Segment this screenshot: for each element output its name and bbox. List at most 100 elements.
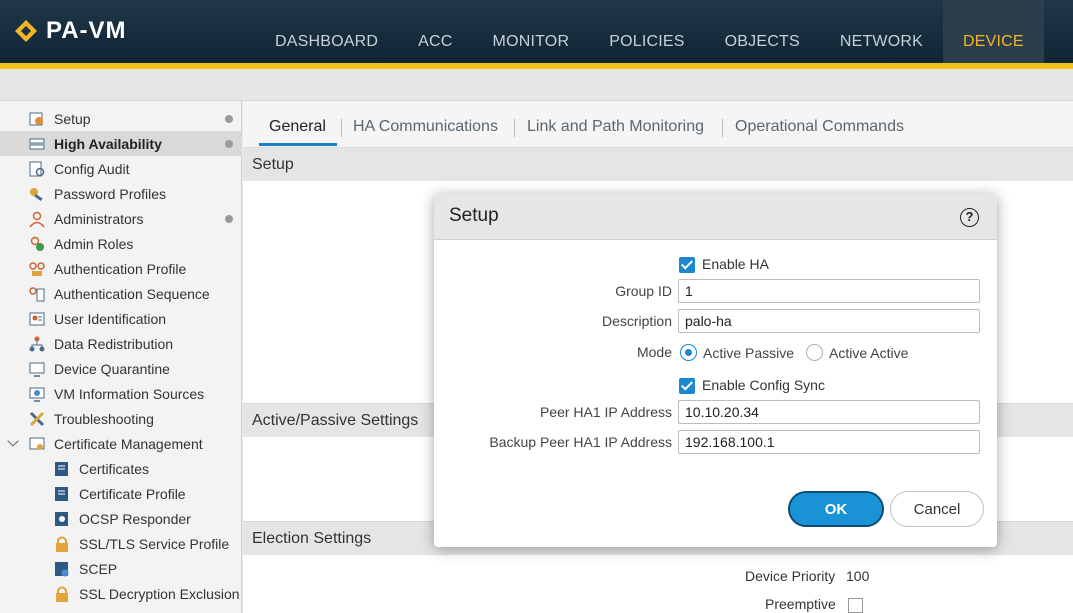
mode-active-active-label: Active Active — [829, 345, 909, 361]
status-dot — [225, 215, 233, 223]
vm-icon — [29, 387, 45, 402]
group-id-label: Group ID — [615, 283, 672, 299]
sidebar-item-authentication-sequence[interactable]: Authentication Sequence — [0, 281, 242, 306]
tab-operational-commands[interactable]: Operational Commands — [735, 118, 904, 136]
certificate-icon — [29, 437, 45, 450]
sidebar-item-label: High Availability — [54, 135, 162, 152]
config-audit-icon — [29, 161, 45, 176]
monitor-icon — [29, 362, 45, 377]
admin-role-icon — [30, 236, 44, 251]
sidebar-item-config-audit[interactable]: Config Audit — [0, 156, 242, 181]
tab-link-path-monitoring[interactable]: Link and Path Monitoring — [527, 118, 704, 136]
nav-acc[interactable]: ACC — [398, 0, 472, 63]
mode-active-active-radio[interactable] — [806, 344, 823, 361]
sidebar-item-administrators[interactable]: Administrators — [0, 206, 242, 231]
device-priority-label: Device Priority — [745, 568, 836, 584]
sidebar-item-troubleshooting[interactable]: Troubleshooting — [0, 406, 242, 431]
sidebar-item-label: SSL/TLS Service Profile — [79, 535, 230, 552]
enable-ha-checkbox[interactable] — [679, 257, 695, 273]
sidebar-item-label: Authentication Profile — [54, 260, 187, 277]
sidebar-item-setup[interactable]: Setup — [0, 106, 242, 131]
sidebar-item-ocsp-responder[interactable]: OCSP Responder — [0, 506, 242, 531]
cancel-button[interactable]: Cancel — [890, 491, 984, 527]
high-availability-icon — [29, 138, 45, 149]
sidebar-item-device-quarantine[interactable]: Device Quarantine — [0, 356, 242, 381]
user-id-icon — [29, 312, 45, 325]
sidebar-item-certificate-profile[interactable]: Certificate Profile — [0, 481, 242, 506]
peer-ha1-ip-input[interactable] — [678, 400, 980, 424]
sidebar-item-vm-information-sources[interactable]: VM Information Sources — [0, 381, 242, 406]
sidebar-item-label: Authentication Sequence — [54, 285, 210, 302]
backup-peer-ha1-ip-label: Backup Peer HA1 IP Address — [489, 434, 672, 450]
nav-monitor[interactable]: MONITOR — [473, 0, 590, 63]
sidebar-item-ssl-decryption-exclusion[interactable]: SSL Decryption Exclusion — [0, 581, 242, 606]
sidebar-item-label: OCSP Responder — [79, 510, 191, 527]
mode-active-passive-radio[interactable] — [680, 344, 697, 361]
sidebar: Setup High Availability Config Audit Pas… — [0, 101, 242, 613]
tab-separator — [341, 119, 342, 137]
user-icon — [29, 211, 45, 227]
description-label: Description — [601, 313, 672, 329]
tab-general[interactable]: General — [269, 118, 326, 136]
nav-device[interactable]: DEVICE — [943, 0, 1044, 63]
description-input[interactable] — [678, 309, 980, 333]
sidebar-item-label: Setup — [54, 110, 91, 127]
sidebar-item-label: Config Audit — [54, 160, 130, 177]
sidebar-item-label: Admin Roles — [54, 235, 134, 252]
sidebar-item-authentication-profile[interactable]: Authentication Profile — [0, 256, 242, 281]
tab-separator — [514, 119, 515, 137]
certificate-icon — [55, 511, 68, 526]
help-icon[interactable]: ? — [960, 208, 979, 227]
sidebar-item-label: Certificate Management — [54, 435, 203, 452]
sidebar-item-high-availability[interactable]: High Availability — [0, 131, 242, 156]
group-id-input[interactable] — [678, 279, 980, 303]
ok-button[interactable]: OK — [788, 491, 884, 527]
certificate-icon — [55, 461, 68, 476]
sidebar-item-ssl-tls-service-profile[interactable]: SSL/TLS Service Profile — [0, 531, 242, 556]
tab-bar: General HA Communications Link and Path … — [243, 101, 1073, 147]
nav-dashboard[interactable]: DASHBOARD — [255, 0, 398, 63]
tab-separator — [722, 119, 723, 137]
sidebar-item-user-identification[interactable]: User Identification — [0, 306, 242, 331]
dialog-header: Setup ? — [434, 194, 997, 240]
main-nav: DASHBOARD ACC MONITOR POLICIES OBJECTS N… — [255, 0, 1044, 63]
app-title: PA-VM — [46, 17, 127, 44]
sidebar-item-label: Certificate Profile — [79, 485, 186, 502]
status-dot — [225, 140, 233, 148]
top-navigation-bar: PA-VM DASHBOARD ACC MONITOR POLICIES OBJ… — [0, 0, 1073, 63]
setup-dialog: Setup ? Enable HA Group ID Description M… — [434, 194, 997, 547]
preemptive-checkbox[interactable] — [848, 598, 863, 613]
nav-network[interactable]: NETWORK — [820, 0, 943, 63]
sidebar-item-label: Troubleshooting — [54, 410, 154, 427]
sidebar-item-data-redistribution[interactable]: Data Redistribution — [0, 331, 242, 356]
sidebar-item-certificate-management[interactable]: Certificate Management — [0, 431, 242, 456]
sidebar-item-label: SCEP — [79, 560, 118, 577]
tab-ha-communications[interactable]: HA Communications — [353, 118, 498, 136]
mode-active-passive-label: Active Passive — [703, 345, 795, 361]
nav-policies[interactable]: POLICIES — [589, 0, 704, 63]
enable-config-sync-checkbox[interactable] — [679, 378, 695, 394]
active-tab-indicator — [259, 143, 337, 146]
sidebar-item-label: Administrators — [54, 210, 144, 227]
sidebar-item-label: VM Information Sources — [54, 385, 205, 402]
sidebar-item-label: Data Redistribution — [54, 335, 174, 352]
sidebar-item-label: Device Quarantine — [54, 360, 170, 377]
enable-ha-label: Enable HA — [702, 256, 769, 272]
auth-profile-icon — [29, 261, 45, 276]
backup-peer-ha1-ip-input[interactable] — [678, 430, 980, 454]
sub-toolbar — [0, 69, 1073, 101]
device-priority-value: 100 — [846, 568, 870, 584]
nav-objects[interactable]: OBJECTS — [705, 0, 820, 63]
scep-icon — [55, 561, 69, 576]
sidebar-item-label: User Identification — [54, 310, 167, 327]
auth-sequence-icon — [29, 286, 45, 301]
lock-icon — [56, 536, 68, 552]
sidebar-item-admin-roles[interactable]: Admin Roles — [0, 231, 242, 256]
sidebar-item-certificates[interactable]: Certificates — [0, 456, 242, 481]
logo: PA-VM — [14, 17, 127, 45]
sidebar-item-scep[interactable]: SCEP — [0, 556, 242, 581]
dialog-title: Setup — [449, 205, 499, 226]
sidebar-item-password-profiles[interactable]: Password Profiles — [0, 181, 242, 206]
lock-icon — [56, 586, 68, 602]
chevron-down-icon[interactable] — [7, 435, 19, 447]
